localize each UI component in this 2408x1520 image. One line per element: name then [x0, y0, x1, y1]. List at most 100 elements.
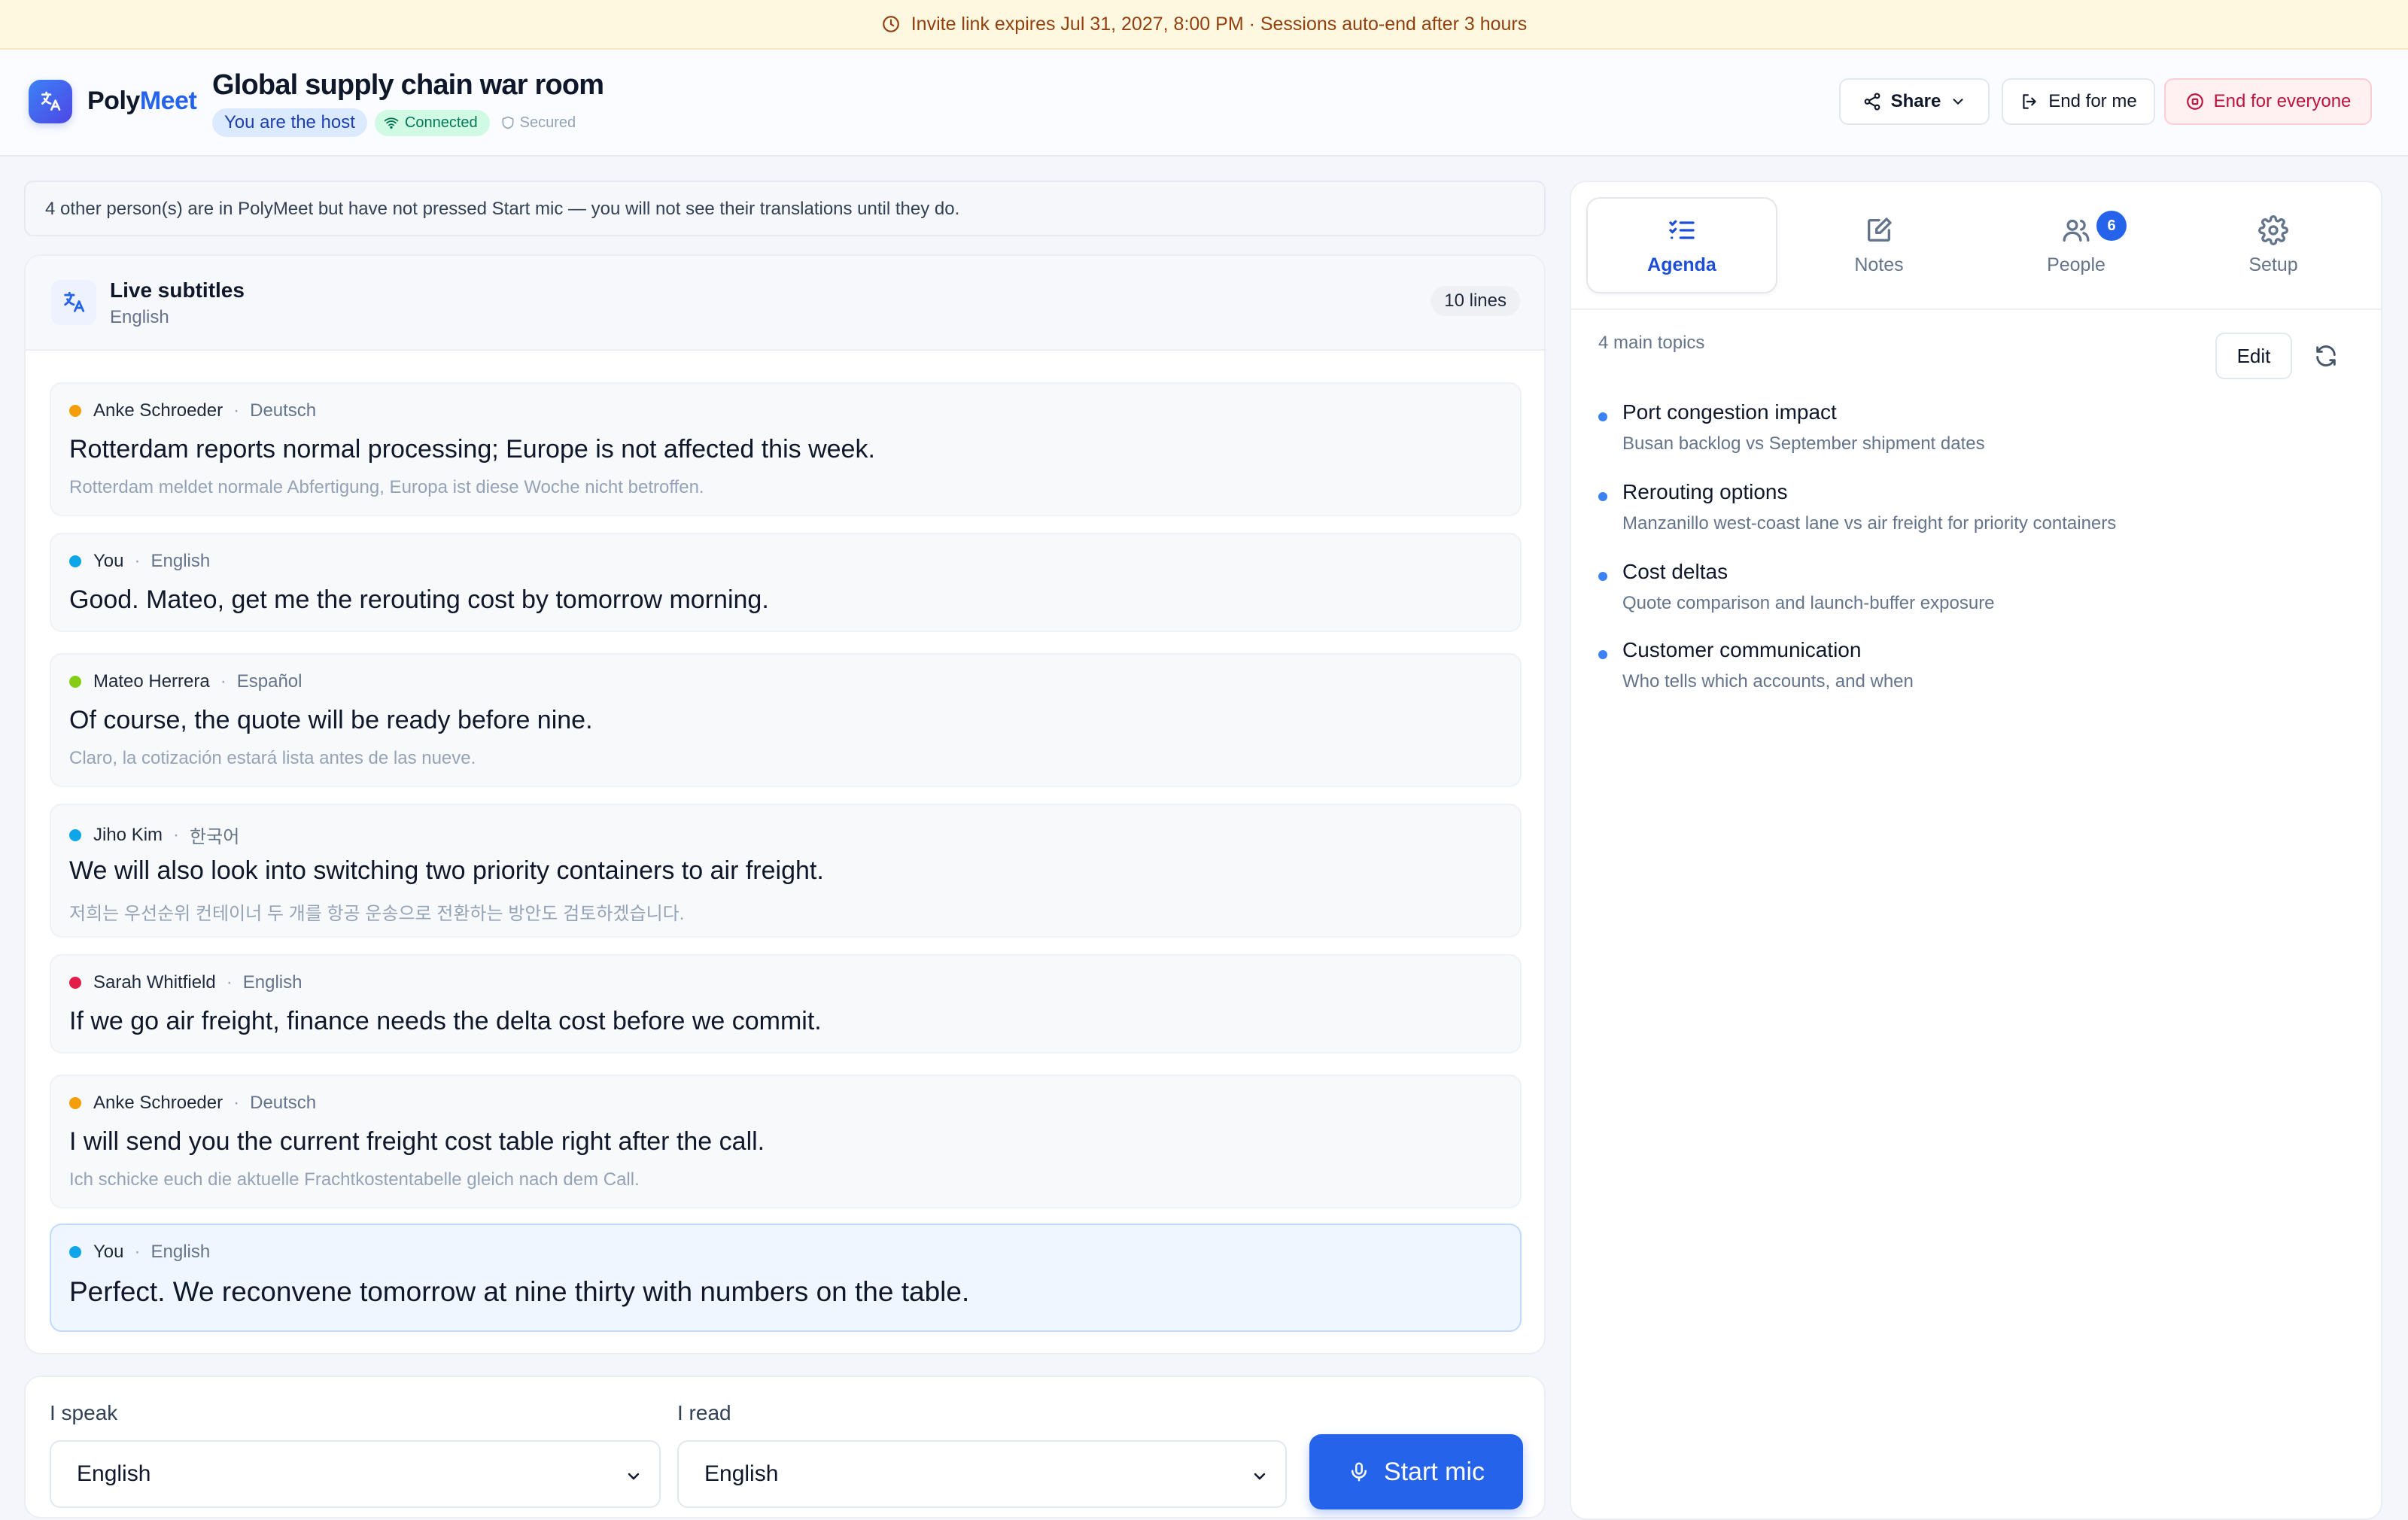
- subtitle-line-current: You · English Perfect. We reconvene tomorr…: [50, 1224, 1522, 1332]
- microphone-icon: [1348, 1461, 1370, 1483]
- translate-logo-icon: [29, 80, 72, 123]
- session-expiry-banner: Invite link expires Jul 31, 2027, 8:00 P…: [0, 0, 2408, 50]
- subtitle-line: Mateo Herrera · Español Of course, the quo…: [50, 653, 1522, 787]
- topic-title: Cost deltas: [1622, 560, 1728, 583]
- gear-icon: [2258, 214, 2288, 245]
- tab-setup[interactable]: Setup: [2178, 197, 2369, 293]
- topic-title: Customer communication: [1622, 638, 1862, 661]
- translated-text: Perfect. We reconvene tomorrow at nine t…: [69, 1276, 970, 1307]
- start-mic-label: Start mic: [1383, 1457, 1485, 1486]
- speaker-language: Deutsch: [250, 400, 317, 421]
- tab-setup-label: Setup: [2248, 254, 2298, 275]
- people-count-badge: 6: [2096, 211, 2127, 241]
- topics-count: 4 main topics: [1598, 333, 1705, 353]
- banner-text: Invite link expires Jul 31, 2027, 8:00 P…: [911, 13, 1528, 35]
- side-panel-tabs: Agenda Notes People 6 Setup: [1571, 182, 2381, 310]
- topic-subtitle: Who tells which accounts, and when: [1622, 671, 1914, 692]
- wifi-icon: [384, 115, 399, 130]
- speaker-language: English: [150, 1242, 211, 1262]
- translated-text: If we go air freight, finance needs the …: [69, 1007, 822, 1035]
- topic-subtitle: Quote comparison and launch-buffer expos…: [1622, 593, 1995, 613]
- share-label: Share: [1890, 91, 1941, 111]
- subtitle-line: Anke Schroeder · Deutsch I will send you t…: [50, 1075, 1522, 1208]
- subtitles-language: English: [110, 307, 169, 327]
- clock-icon: [881, 14, 901, 34]
- list-check-icon: [1667, 215, 1697, 245]
- speaker-language: Español: [236, 671, 303, 692]
- translated-text: Of course, the quote will be ready befor…: [69, 706, 593, 734]
- read-language-value: English: [704, 1461, 779, 1486]
- speaker-dot: [69, 1246, 81, 1258]
- translate-icon: [51, 280, 96, 325]
- security-badge: Secured: [497, 114, 576, 132]
- speaker-dot: [69, 1097, 81, 1109]
- speak-label: I speak: [50, 1401, 118, 1424]
- subtitle-line: You · English Good. Mateo, get me the rero…: [50, 533, 1522, 632]
- translated-text: We will also look into switching two pri…: [69, 856, 824, 885]
- inactive-participants-notice: 4 other person(s) are in PolyMeet but ha…: [24, 181, 1546, 236]
- speaker-language: English: [242, 972, 303, 993]
- line-count-badge: 10 lines: [1431, 286, 1520, 316]
- topic-title: Port congestion impact: [1622, 400, 1837, 424]
- start-mic-button[interactable]: Start mic: [1309, 1434, 1523, 1509]
- chevron-down-icon: [1950, 93, 1966, 110]
- app-header: PolyMeet Global supply chain war room Yo…: [0, 50, 2408, 157]
- speaker-dot: [69, 828, 81, 841]
- people-icon: [2061, 215, 2091, 245]
- translated-text: Rotterdam reports normal processing; Eur…: [69, 435, 875, 464]
- tab-people[interactable]: People 6: [1981, 197, 2172, 293]
- speak-language-value: English: [77, 1461, 151, 1486]
- topic-bullet: [1598, 650, 1607, 659]
- chevron-down-icon: [625, 1467, 643, 1485]
- speaker-language: 한국어: [190, 827, 240, 847]
- original-text: Ich schicke euch die aktuelle Frachtkost…: [69, 1169, 640, 1190]
- connection-badge: Connected: [374, 109, 490, 136]
- side-panel: Agenda Notes People 6 Setup 4 main topic…: [1570, 181, 2382, 1520]
- tab-notes[interactable]: Notes: [1783, 197, 1975, 293]
- original-text: 저희는 우선순위 컨테이너 두 개를 항공 운송으로 전환하는 방안도 검토하겠…: [69, 904, 685, 924]
- topic-bullet: [1598, 492, 1607, 501]
- speaker-name: Anke Schroeder: [93, 400, 223, 421]
- share-button[interactable]: Share: [1839, 78, 1990, 125]
- subtitles-header: Live subtitles English 10 lines: [26, 256, 1544, 351]
- speaker-name: You: [93, 551, 124, 571]
- read-language-select[interactable]: English: [677, 1440, 1287, 1508]
- connection-label: Connected: [404, 114, 478, 131]
- end-for-everyone-label: End for everyone: [2213, 91, 2352, 111]
- speaker-language: English: [150, 551, 211, 571]
- stop-circle-icon: [2185, 92, 2205, 111]
- speak-language-select[interactable]: English: [50, 1440, 661, 1508]
- end-for-me-label: End for me: [2048, 91, 2137, 111]
- topic-title: Rerouting options: [1622, 480, 1788, 503]
- translated-text: Good. Mateo, get me the rerouting cost b…: [69, 585, 769, 614]
- status-chips: You are the host Connected Secured: [212, 108, 576, 137]
- shield-icon: [500, 115, 515, 130]
- end-for-everyone-button[interactable]: End for everyone: [2164, 78, 2372, 125]
- tab-people-label: People: [2047, 254, 2105, 275]
- speaker-language: Deutsch: [250, 1093, 317, 1113]
- security-label: Secured: [519, 114, 576, 131]
- topic-subtitle: Busan backlog vs September shipment date…: [1622, 433, 1985, 454]
- app-brand: PolyMeet: [87, 87, 197, 115]
- share-icon: [1862, 92, 1882, 111]
- speaker-name: Sarah Whitfield: [93, 972, 216, 993]
- speaker-dot: [69, 405, 81, 417]
- edit-note-icon: [1864, 215, 1894, 245]
- exit-icon: [2020, 92, 2039, 111]
- speaker-name: Mateo Herrera: [93, 671, 210, 692]
- subtitle-line: Anke Schroeder · Deutsch Rotterdam reports…: [50, 382, 1522, 516]
- speaker-dot: [69, 555, 81, 567]
- subtitle-line: Jiho Kim · 한국어 We will also look into swit…: [50, 804, 1522, 938]
- edit-agenda-button[interactable]: Edit: [2215, 333, 2292, 379]
- original-text: Rotterdam meldet normale Abfertigung, Eu…: [69, 477, 704, 497]
- chevron-down-icon: [1251, 1467, 1269, 1485]
- speaker-name: Jiho Kim: [93, 824, 163, 845]
- refresh-icon[interactable]: [2313, 343, 2339, 369]
- tab-notes-label: Notes: [1854, 254, 1904, 275]
- tab-agenda[interactable]: Agenda: [1586, 197, 1777, 293]
- language-controls: I speak English I read English Start mic: [24, 1376, 1546, 1518]
- live-subtitles-panel: Live subtitles English 10 lines Anke Sch…: [24, 254, 1546, 1354]
- end-for-me-button[interactable]: End for me: [2002, 78, 2155, 125]
- speaker-name: Anke Schroeder: [93, 1093, 223, 1113]
- tab-agenda-label: Agenda: [1647, 254, 1716, 275]
